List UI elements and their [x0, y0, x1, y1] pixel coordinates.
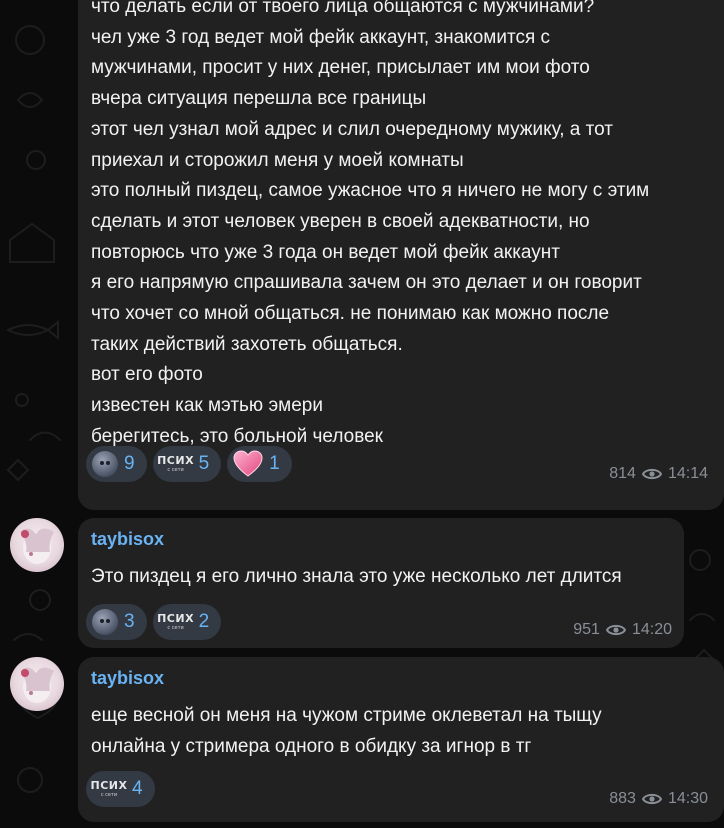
message-time: 14:20	[631, 621, 672, 638]
reaction-moon[interactable]: 9	[86, 446, 147, 482]
psih-sticker-emoji-icon: ПСИХ с сети	[157, 454, 195, 474]
message-bubble[interactable]: что делать если от твоего лица общаются …	[78, 0, 724, 510]
avatar[interactable]	[10, 518, 64, 572]
message-text: еще весной он меня на чужом стриме оклев…	[91, 705, 602, 757]
reactions-bar: ПСИХ с сети 4	[86, 771, 155, 807]
reaction-heart[interactable]: 1	[227, 446, 292, 482]
reaction-count: 5	[198, 453, 210, 474]
reaction-moon[interactable]: 3	[86, 604, 147, 640]
reactions-bar: 3 ПСИХ с сети 2	[86, 604, 222, 640]
eye-icon	[605, 624, 626, 636]
reaction-count: 9	[124, 453, 135, 474]
avatar[interactable]	[10, 657, 64, 711]
message-bubble[interactable]: taybisox еще весной он меня на чужом стр…	[78, 657, 724, 822]
reaction-psih[interactable]: ПСИХ с сети 2	[152, 604, 222, 640]
reaction-count: 3	[124, 611, 135, 632]
heart-emoji-icon	[233, 450, 263, 477]
psih-sticker-emoji-icon: ПСИХ с сети	[90, 779, 128, 799]
reaction-count: 2	[198, 611, 210, 632]
message-meta: 883 14:30	[609, 790, 708, 808]
message-time: 14:14	[667, 465, 708, 482]
message-author[interactable]: taybisox	[91, 668, 164, 689]
views-count: 814	[609, 465, 636, 482]
message-text: что делать если от твоего лица общаются …	[91, 0, 650, 447]
reaction-count: 4	[132, 778, 143, 799]
eye-icon	[641, 468, 662, 480]
psih-sticker-emoji-icon: ПСИХ с сети	[157, 612, 195, 632]
views-count: 951	[573, 621, 600, 638]
reaction-psih[interactable]: ПСИХ с сети 4	[86, 771, 155, 807]
views-count: 883	[609, 790, 636, 807]
message-time: 14:30	[667, 790, 708, 807]
avatar-image	[20, 667, 54, 703]
avatar-image	[20, 528, 54, 564]
message-meta: 814 14:14	[609, 465, 708, 483]
message-author[interactable]: taybisox	[91, 529, 164, 550]
message-text: Это пиздец я его лично знала это уже нес…	[91, 566, 622, 587]
reactions-bar: 9 ПСИХ с сети 5 1	[86, 446, 292, 482]
message-meta: 951 14:20	[573, 621, 672, 639]
reaction-count: 1	[269, 453, 280, 474]
message-bubble[interactable]: taybisox Это пиздец я его лично знала эт…	[78, 518, 684, 648]
eye-icon	[641, 793, 662, 805]
moon-face-emoji-icon	[92, 451, 118, 477]
reaction-psih[interactable]: ПСИХ с сети 5	[152, 446, 222, 482]
moon-face-emoji-icon	[92, 609, 118, 635]
